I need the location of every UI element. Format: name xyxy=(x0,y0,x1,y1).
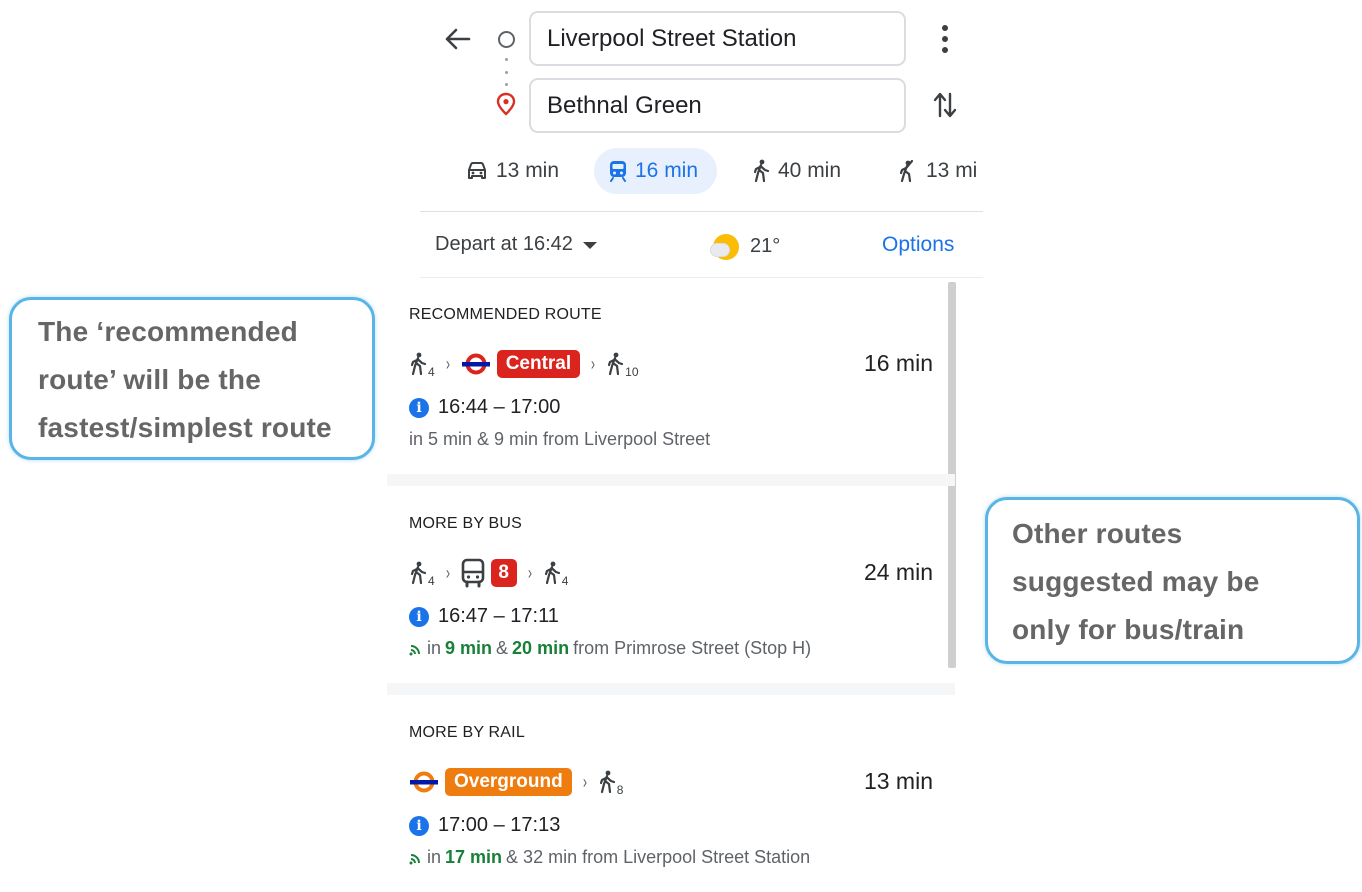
time-range: 16:47 – 17:11 xyxy=(438,605,559,627)
origin-circle-icon xyxy=(498,31,515,48)
divider xyxy=(420,277,983,278)
chevron-right-icon: › xyxy=(445,562,450,583)
bus-icon xyxy=(461,558,484,588)
callout-line: The ‘recommended xyxy=(38,316,298,347)
time-range: 16:44 – 17:00 xyxy=(438,396,561,418)
more-vert-icon xyxy=(942,25,948,31)
line-badge-overground: Overground xyxy=(445,768,572,796)
info-icon: i xyxy=(409,815,429,836)
chevron-right-icon: › xyxy=(591,353,596,374)
mode-tab-label: 16 min xyxy=(635,159,699,182)
detail-in: in xyxy=(427,847,442,867)
route-steps: Overground › 8 xyxy=(409,764,623,800)
callout-line: only for bus/train xyxy=(1012,614,1245,645)
section-heading: MORE BY BUS xyxy=(409,515,523,532)
mode-tab-transit[interactable]: 16 min xyxy=(594,148,717,194)
live-signal-icon xyxy=(409,644,420,655)
live-time-1: 9 min xyxy=(445,638,493,658)
chevron-right-icon: › xyxy=(445,353,450,374)
callout-line: Other routes xyxy=(1012,518,1183,549)
walk-minutes: 4 xyxy=(561,574,569,588)
detail-from: from Primrose Street (Stop H) xyxy=(573,638,812,658)
depart-time-label: Depart at 16:42 xyxy=(435,233,573,255)
walk-minutes: 10 xyxy=(625,365,639,379)
route-times: i 16:47 – 17:11 xyxy=(409,605,559,628)
detail-text: in 5 min & 9 min from Liverpool Street xyxy=(409,429,711,449)
temperature: 21° xyxy=(750,234,781,257)
section-heading: RECOMMENDED ROUTE xyxy=(409,306,602,323)
callout-line: route’ will be the xyxy=(38,364,261,395)
walk-icon: 10 xyxy=(606,351,639,379)
walk-icon: 8 xyxy=(598,769,624,797)
detail-rest: & 32 min from Liverpool Street Station xyxy=(506,847,811,867)
section-heading: MORE BY RAIL xyxy=(409,724,525,741)
callout-line: suggested may be xyxy=(1012,566,1260,597)
route-steps: 4 › 8 › 4 xyxy=(409,555,568,591)
back-button[interactable] xyxy=(440,22,474,56)
chevron-right-icon: › xyxy=(527,562,532,583)
divider xyxy=(420,211,983,212)
route-card-bus[interactable]: MORE BY BUS 4 › 8 › 4 24 min i 16:47 – 1… xyxy=(387,491,947,681)
bus-route-badge: 8 xyxy=(490,559,517,587)
route-card-recommended[interactable]: RECOMMENDED ROUTE 4 › Central › 10 16 mi… xyxy=(387,282,947,472)
walk-minutes: 4 xyxy=(428,365,435,379)
route-duration: 13 min xyxy=(863,768,933,794)
underground-roundel-icon xyxy=(461,353,490,375)
info-icon: i xyxy=(409,397,429,418)
time-range: 17:00 – 17:13 xyxy=(438,814,561,836)
swap-icon xyxy=(933,92,957,118)
walk-icon: 4 xyxy=(409,560,435,588)
travel-mode-tabs: 13 min 16 min 40 min 13 mi xyxy=(420,148,983,194)
route-duration: 24 min xyxy=(863,559,933,585)
live-time-1: 17 min xyxy=(445,847,503,867)
section-separator xyxy=(387,474,955,486)
transit-icon xyxy=(610,161,626,182)
walk-icon xyxy=(753,159,770,183)
dropdown-caret-icon xyxy=(582,242,597,249)
callout-line: fastest/simplest route xyxy=(38,412,332,443)
partly-sunny-icon xyxy=(710,231,740,261)
route-steps: 4 › Central › 10 xyxy=(409,346,639,382)
section-separator xyxy=(387,683,955,695)
line-badge-central: Central xyxy=(496,350,581,378)
mode-tab-label: 13 mi xyxy=(926,159,978,182)
mode-tab-label: 40 min xyxy=(778,159,842,182)
callout-other-routes: Other routes suggested may be only for b… xyxy=(985,497,1360,664)
walk-minutes: 8 xyxy=(616,783,624,797)
callout-recommended-route: The ‘recommended route’ will be the fast… xyxy=(9,297,375,460)
walk-icon: 4 xyxy=(409,351,435,379)
back-arrow-icon xyxy=(445,28,471,50)
live-time-2: 20 min xyxy=(512,638,570,658)
mode-tab-walk[interactable]: 40 min xyxy=(752,148,841,194)
overground-roundel-icon xyxy=(410,771,438,793)
mode-tab-ride[interactable]: 13 mi xyxy=(898,148,977,194)
destination-input[interactable]: Bethnal Green xyxy=(529,78,906,133)
live-signal-icon xyxy=(409,853,420,864)
route-card-rail[interactable]: MORE BY RAIL Overground › 8 13 min i 17:… xyxy=(387,700,947,890)
swap-button[interactable] xyxy=(926,86,964,124)
weather-indicator: 21° xyxy=(710,231,780,261)
depart-time-dropdown[interactable]: Depart at 16:42 xyxy=(435,233,597,256)
detail-amp: & xyxy=(496,638,509,658)
origin-input[interactable]: Liverpool Street Station xyxy=(529,11,906,66)
walk-minutes: 4 xyxy=(428,574,435,588)
route-duration: 16 min xyxy=(863,350,933,376)
departure-detail: in 9 min & 20 min from Primrose Street (… xyxy=(409,638,811,659)
ride-hail-icon xyxy=(899,159,914,183)
route-times: i 17:00 – 17:13 xyxy=(409,814,560,837)
route-times: i 16:44 – 17:00 xyxy=(409,396,560,419)
info-icon: i xyxy=(409,606,429,627)
options-button[interactable]: Options xyxy=(882,233,954,257)
walk-icon: 4 xyxy=(543,560,569,588)
location-pin-icon xyxy=(496,92,516,116)
mode-tab-label: 13 min xyxy=(496,159,560,182)
chevron-right-icon: › xyxy=(582,771,587,792)
detail-in: in xyxy=(427,638,442,658)
more-options-button[interactable] xyxy=(929,22,961,56)
car-icon xyxy=(468,162,486,179)
mode-tab-drive[interactable]: 13 min xyxy=(466,148,559,194)
route-connector xyxy=(505,58,508,86)
departure-detail: in 5 min & 9 min from Liverpool Street xyxy=(409,429,710,450)
departure-detail: in 17 min & 32 min from Liverpool Street… xyxy=(409,847,810,868)
